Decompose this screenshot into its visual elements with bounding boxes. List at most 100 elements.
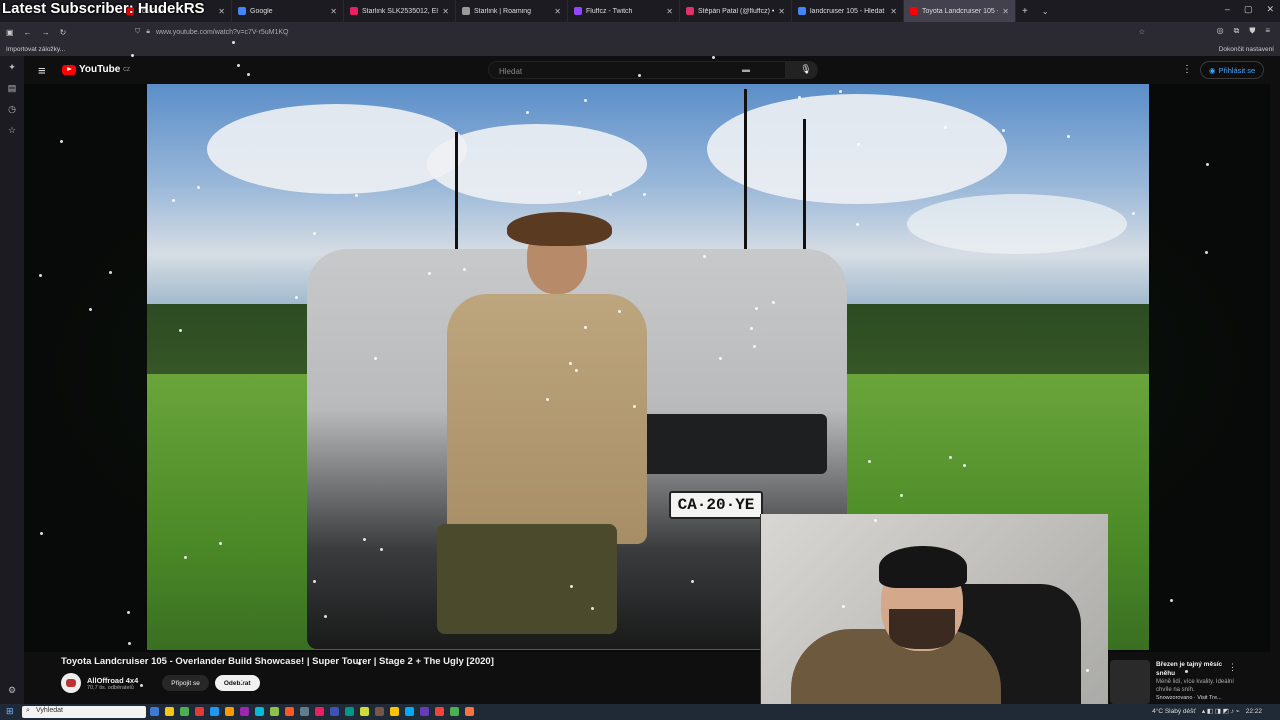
browser-tab[interactable]: Fluffcz - Twitch ✕ (568, 0, 680, 22)
taskbar-app-icon[interactable] (315, 707, 324, 716)
streamer-cap (879, 546, 967, 588)
history-icon[interactable]: ◷ (8, 104, 16, 115)
taskbar-app-icon[interactable] (270, 707, 279, 716)
tab-label: Toyota Landcruiser 105 - Overl: (922, 7, 998, 15)
new-tab-icon[interactable]: + (1022, 6, 1028, 17)
taskbar-app-icon[interactable] (285, 707, 294, 716)
tab-label: Štěpán Patal (@fluffcz) • Fotky : (698, 7, 775, 15)
taskbar-app-icon[interactable] (180, 707, 189, 716)
tab-favicon-icon (350, 7, 358, 15)
taskbar-search-input[interactable]: ⌕ Vyhledat (22, 706, 146, 718)
settings-more-icon[interactable]: ⋮ (1182, 64, 1192, 75)
snowflake (362, 538, 366, 542)
bookmarks-icon[interactable]: ☆ (8, 125, 16, 136)
minimize-icon[interactable]: – (1225, 4, 1230, 15)
join-button[interactable]: Připojit se (162, 675, 209, 691)
ai-chat-icon[interactable]: ✦ (8, 62, 16, 73)
recommended-video[interactable]: Březen je tajný měsíc sněhu Méně lidí, v… (1110, 660, 1280, 704)
finish-setup-link[interactable]: Dokončit nastavení (1219, 46, 1274, 53)
taskbar-app-icon[interactable] (435, 707, 444, 716)
channel-name[interactable]: AllOffroad 4x4 (87, 676, 138, 685)
sign-in-button[interactable]: ◉ Přihlásit se (1200, 61, 1265, 79)
snowflake (797, 96, 801, 100)
snowflake (294, 295, 298, 299)
taskbar-app-icon[interactable] (360, 707, 369, 716)
snowflake (130, 53, 134, 57)
taskbar-app-icon[interactable] (240, 707, 249, 716)
snowflake (899, 493, 903, 497)
browser-tab[interactable]: Starlink SLK2535012, Elektroni: ✕ (344, 0, 456, 22)
browser-tab[interactable]: Starlink | Roaming ✕ (456, 0, 568, 22)
tab-close-icon[interactable]: ✕ (666, 7, 673, 16)
tab-label: Starlink | Roaming (474, 7, 532, 15)
presenter-shorts (437, 524, 617, 634)
recommendation-more-icon[interactable]: ⋮ (1228, 662, 1237, 673)
taskbar-app-icon[interactable] (210, 707, 219, 716)
taskbar-app-icon[interactable] (345, 707, 354, 716)
taskbar-app-icon[interactable] (450, 707, 459, 716)
bookmark-star-icon[interactable]: ☆ (1139, 28, 1145, 36)
cloud (707, 94, 1007, 204)
tab-favicon-icon (910, 7, 918, 15)
reload-icon[interactable]: ↻ (60, 28, 67, 37)
import-bookmarks-link[interactable]: Importovat záložky... (6, 46, 65, 53)
tab-close-icon[interactable]: ✕ (330, 7, 337, 16)
recommended-thumbnail[interactable] (1110, 660, 1150, 704)
snowflake (312, 579, 316, 583)
taskbar-app-icon[interactable] (390, 707, 399, 716)
streamer-beard (889, 609, 955, 649)
address-bar[interactable]: ⛉ 🔒︎ www.youtube.com/watch?v=c7V-r5uM1KQ… (135, 25, 1145, 39)
shield-icon: ⛉ (135, 28, 141, 35)
account-icon[interactable]: ◎ (1217, 26, 1224, 36)
channel-avatar[interactable] (61, 673, 81, 693)
maximize-icon[interactable]: ▢ (1244, 4, 1253, 15)
taskbar-app-icon[interactable] (420, 707, 429, 716)
browser-tab[interactable]: Toyota Landcruiser 105 - Overl: ✕ (904, 0, 1016, 22)
extensions-icon[interactable]: ⧉ (1234, 26, 1240, 36)
settings-gear-icon[interactable]: ⚙ (8, 685, 16, 696)
taskbar-app-icon[interactable] (255, 707, 264, 716)
taskbar-app-icon[interactable] (150, 707, 159, 716)
tab-close-icon[interactable]: ✕ (218, 7, 225, 16)
voice-search-button[interactable]: 🎙︎ (797, 61, 815, 79)
taskbar-app-icon[interactable] (330, 707, 339, 716)
tab-label: Google (250, 7, 273, 15)
synced-tabs-icon[interactable]: ▤ (8, 83, 17, 94)
windows-start-icon[interactable]: ⊞ (6, 706, 14, 717)
snowflake (379, 547, 383, 551)
taskbar-app-icon[interactable] (465, 707, 474, 716)
snowflake (88, 307, 92, 311)
browser-tab[interactable]: Google ✕ (232, 0, 344, 22)
tab-close-icon[interactable]: ✕ (890, 7, 897, 16)
taskbar-app-icon[interactable] (405, 707, 414, 716)
tab-close-icon[interactable]: ✕ (1002, 7, 1009, 16)
snowflake (126, 611, 130, 615)
tab-list-chevron-icon[interactable]: ⌄ (1042, 7, 1049, 16)
taskbar-app-icon[interactable] (375, 707, 384, 716)
tab-close-icon[interactable]: ✕ (442, 7, 449, 16)
back-icon[interactable]: ← (24, 28, 32, 37)
tab-close-icon[interactable]: ✕ (554, 7, 561, 16)
browser-tab[interactable]: landcruiser 105 - Hledat Google: ✕ (792, 0, 904, 22)
truck-grille (637, 414, 827, 474)
browser-tab[interactable]: Štěpán Patal (@fluffcz) • Fotky :✕ (680, 0, 792, 22)
close-window-icon[interactable]: ✕ (1266, 4, 1274, 15)
menu-icon[interactable]: ≡ (1265, 26, 1270, 36)
presenter-hat (507, 212, 612, 246)
youtube-logo[interactable]: YouTube CZ (62, 64, 130, 75)
taskbar-app-icon[interactable] (300, 707, 309, 716)
keyboard-icon[interactable]: ▬ (742, 65, 750, 74)
taskbar-app-icon[interactable] (225, 707, 234, 716)
shield-extension-icon[interactable]: ⛊ (1249, 26, 1255, 36)
snowflake (752, 344, 756, 348)
taskbar-app-icon[interactable] (165, 707, 174, 716)
taskbar-app-icon[interactable] (195, 707, 204, 716)
hamburger-menu-icon[interactable]: ≡ (38, 63, 46, 78)
subscribe-button[interactable]: Odebírat (214, 675, 260, 691)
url-text: www.youtube.com/watch?v=c7V-r5uM1KQ (155, 28, 289, 36)
forward-icon[interactable]: → (42, 28, 50, 37)
subscriber-count: 70,7 tis. odběratelů (87, 684, 134, 691)
snowflake (246, 72, 250, 76)
tab-close-icon[interactable]: ✕ (778, 7, 785, 16)
sidebar-toggle-icon[interactable]: ▣ (6, 28, 14, 37)
